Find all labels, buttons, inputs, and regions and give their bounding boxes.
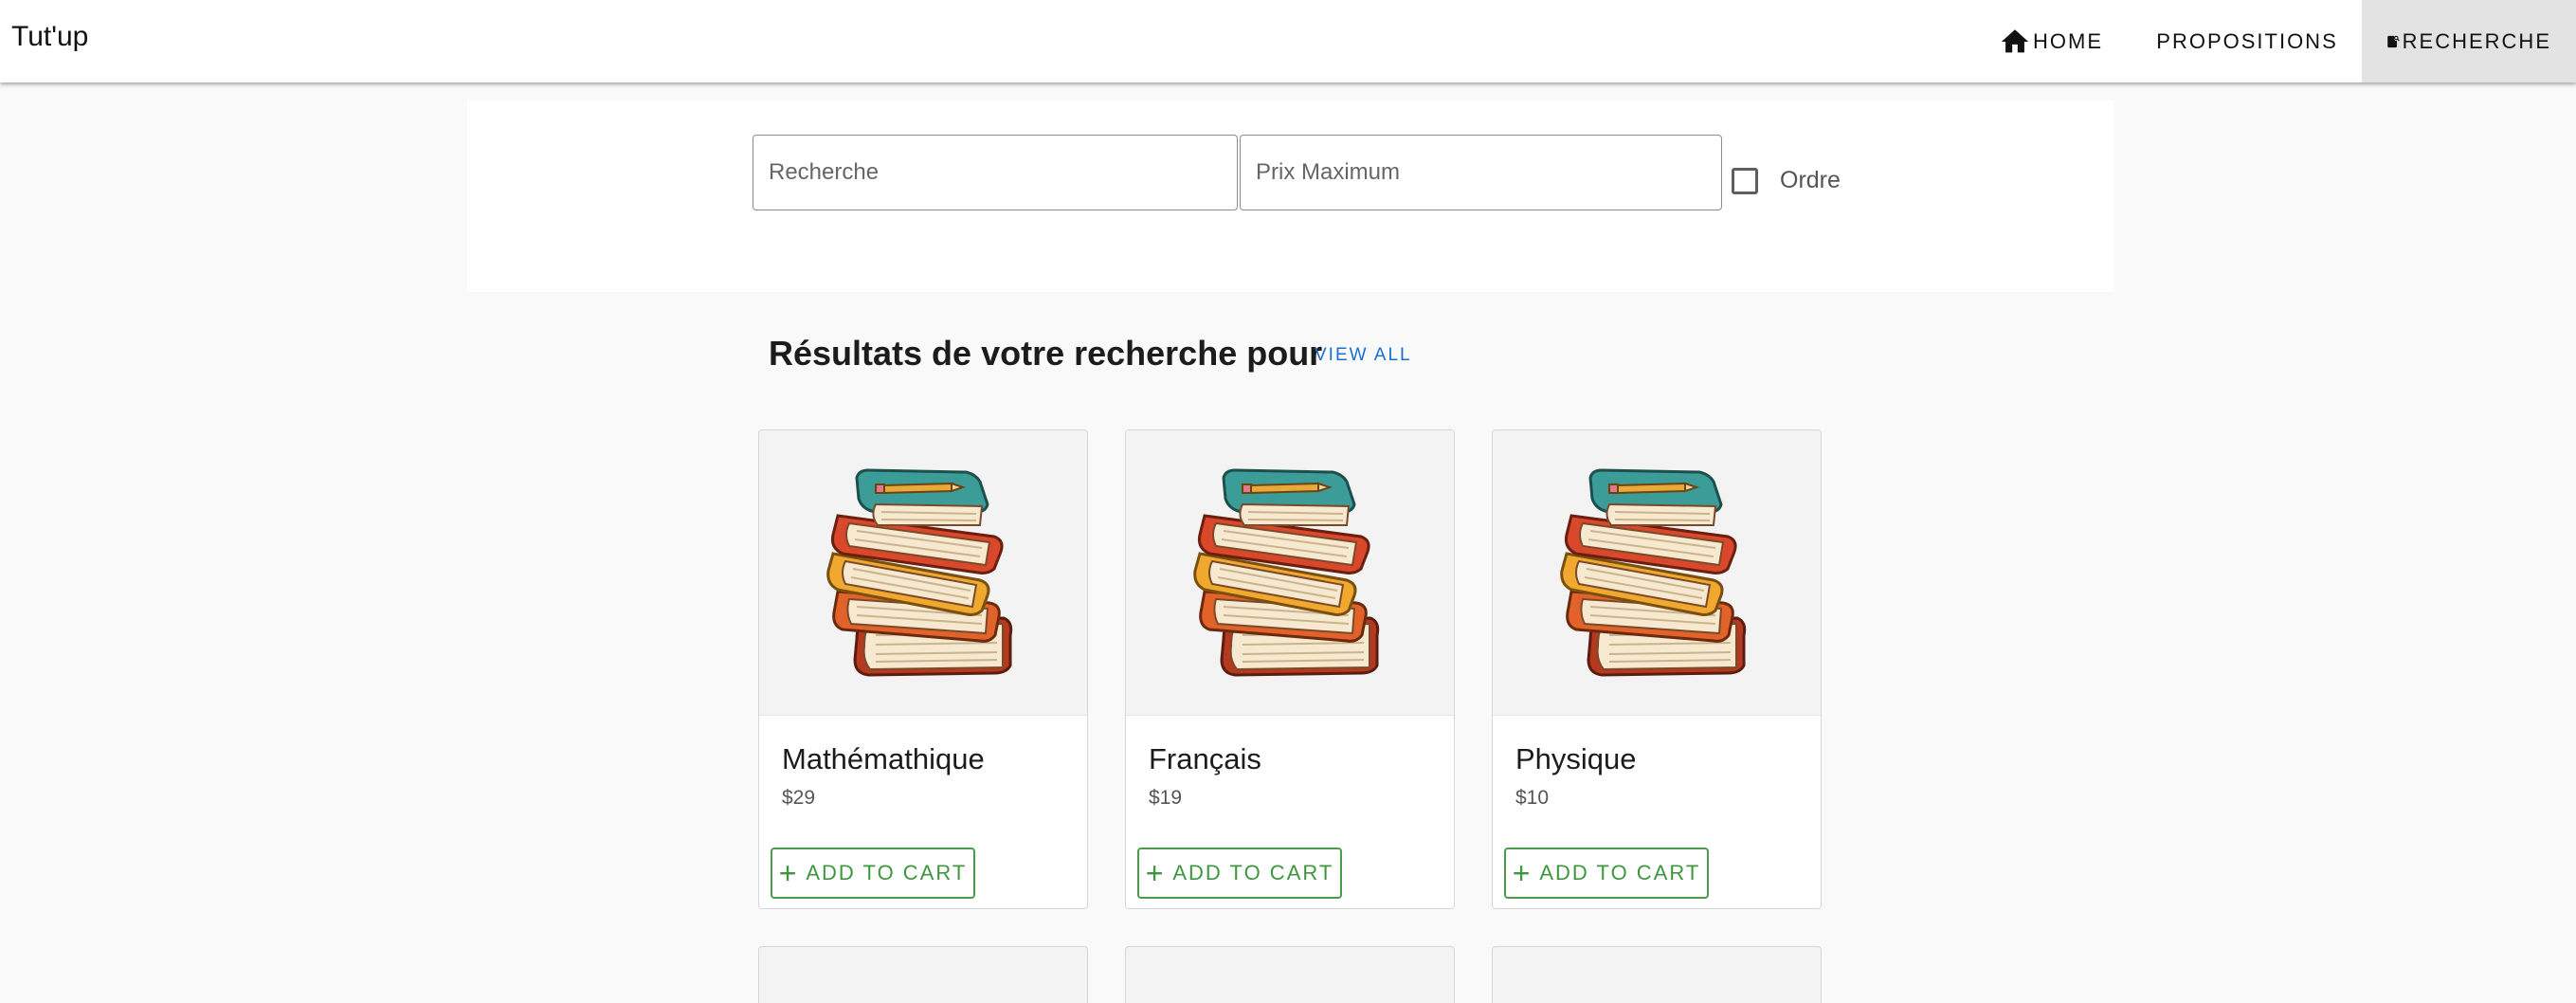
product-name: Physique xyxy=(1515,742,1637,775)
add-to-cart-button[interactable]: + ADD TO CART xyxy=(771,848,975,899)
order-checkbox[interactable] xyxy=(1732,167,1758,194)
search-doc-icon xyxy=(2387,35,2400,47)
app-bar: Tut'up HOME PROPOSITIONS RECHERCHE xyxy=(0,0,2576,82)
nav-propositions-button[interactable]: PROPOSITIONS xyxy=(2138,0,2354,82)
product-card: Physique $10 + ADD TO CART xyxy=(1492,429,1822,909)
product-price: $19 xyxy=(1149,787,1183,809)
product-image xyxy=(1493,430,1821,716)
nav-home-button[interactable]: HOME xyxy=(1983,0,2119,82)
plus-icon: + xyxy=(778,856,799,890)
nav-home-label: HOME xyxy=(2033,28,2103,53)
max-price-input[interactable] xyxy=(1240,135,1722,210)
add-to-cart-label: ADD TO CART xyxy=(806,861,968,884)
view-all-link[interactable]: VIEW ALL xyxy=(1315,345,1412,366)
nav-propositions-label: PROPOSITIONS xyxy=(2156,28,2338,53)
product-price: $10 xyxy=(1515,787,1550,809)
app-title[interactable]: Tut'up xyxy=(11,21,88,53)
add-to-cart-button[interactable]: + ADD TO CART xyxy=(1504,848,1709,899)
add-to-cart-label: ADD TO CART xyxy=(1539,861,1701,884)
product-image xyxy=(759,430,1087,716)
product-card: Mathémathique $29 + ADD TO CART xyxy=(758,429,1088,909)
home-icon xyxy=(2001,28,2029,52)
product-card-partial xyxy=(758,946,1088,1003)
plus-icon: + xyxy=(1145,856,1166,890)
product-card-partial xyxy=(1492,946,1822,1003)
product-name: Français xyxy=(1149,742,1261,775)
books-stack-illustration xyxy=(1167,449,1413,696)
search-input[interactable] xyxy=(753,135,1238,210)
results-title: Résultats de votre recherche pour xyxy=(769,334,1323,373)
product-card-partial xyxy=(1125,946,1455,1003)
nav-recherche-button[interactable]: RECHERCHE xyxy=(2362,0,2576,82)
add-to-cart-label: ADD TO CART xyxy=(1172,861,1334,884)
product-image xyxy=(1126,430,1454,716)
order-label: Ordre xyxy=(1780,167,1841,193)
plus-icon: + xyxy=(1512,856,1533,890)
main-nav: HOME PROPOSITIONS RECHERCHE xyxy=(1983,0,2576,82)
product-price: $29 xyxy=(782,787,816,809)
order-option[interactable]: Ordre xyxy=(1732,167,1841,194)
books-stack-illustration xyxy=(1533,449,1780,696)
product-name: Mathémathique xyxy=(782,742,985,775)
search-panel: Ordre xyxy=(467,100,2114,292)
nav-recherche-label: RECHERCHE xyxy=(2402,28,2551,53)
books-stack-illustration xyxy=(800,449,1046,696)
add-to-cart-button[interactable]: + ADD TO CART xyxy=(1137,848,1342,899)
product-card: Français $19 + ADD TO CART xyxy=(1125,429,1455,909)
